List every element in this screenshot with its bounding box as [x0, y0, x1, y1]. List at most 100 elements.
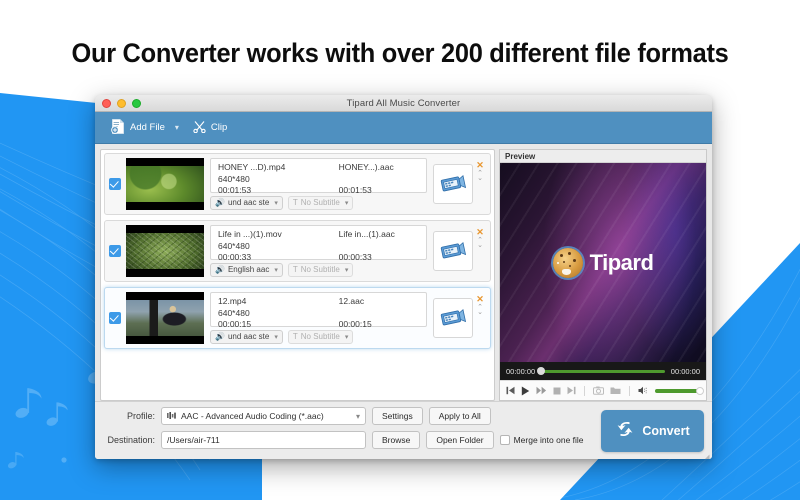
- destination-row: Destination: /Users/air-711 Browse Open …: [103, 431, 595, 450]
- speaker-icon: 🔊: [215, 198, 225, 207]
- convert-format-button[interactable]: [433, 231, 473, 271]
- volume-icon[interactable]: [638, 386, 649, 395]
- row-actions: ✕ ⌃⌄: [473, 292, 487, 344]
- file-list-inner: HONEY ...D).mp4 640*480 00:01:53 HONEY..…: [101, 150, 494, 349]
- tipard-logo: Tipard: [500, 248, 706, 278]
- window-body: HONEY ...D).mp4 640*480 00:01:53 HONEY..…: [95, 144, 712, 401]
- speaker-icon: 🔊: [215, 332, 225, 341]
- file-info: HONEY ...D).mp4 640*480 00:01:53 HONEY..…: [210, 158, 427, 210]
- apply-to-all-button[interactable]: Apply to All: [429, 407, 491, 425]
- reorder-icon[interactable]: ⌃⌄: [477, 171, 483, 181]
- convert-format-button[interactable]: [433, 298, 473, 338]
- next-button[interactable]: [567, 386, 576, 395]
- checkbox-box: [500, 435, 510, 445]
- film-convert-icon: [440, 241, 466, 261]
- clip-button[interactable]: Clip: [187, 117, 233, 139]
- file-source-info: Life in ...)(1).mov 640*480 00:00:33: [218, 229, 335, 257]
- scissors-icon: [193, 120, 206, 136]
- reorder-icon[interactable]: ⌃⌄: [477, 305, 483, 315]
- file-target-info: 12.aac 00:00:15: [335, 296, 419, 324]
- table-row[interactable]: HONEY ...D).mp4 640*480 00:01:53 HONEY..…: [104, 153, 491, 215]
- merge-into-one-file-checkbox[interactable]: Merge into one file: [500, 435, 584, 445]
- snapshot-button[interactable]: [593, 386, 604, 395]
- chevron-down-icon: ▾: [345, 199, 349, 207]
- profile-label: Profile:: [103, 411, 155, 421]
- convert-format-button[interactable]: [433, 164, 473, 204]
- add-file-dropdown-caret-icon[interactable]: ▾: [171, 123, 187, 132]
- audio-track-label: English aac: [228, 265, 269, 274]
- add-file-icon: [111, 119, 125, 137]
- target-filename: HONEY...).aac: [339, 162, 419, 174]
- seek-bar-row: 00:00:00 00:00:00: [500, 362, 706, 380]
- subtitle-select[interactable]: T No Subtitle ▾: [288, 330, 354, 344]
- tipard-logo-text: Tipard: [590, 250, 654, 276]
- chevron-down-icon: ▾: [345, 333, 349, 341]
- previous-button[interactable]: [506, 386, 515, 395]
- subtitle-label: No Subtitle: [301, 198, 340, 207]
- profile-select[interactable]: AAC - Advanced Audio Coding (*.aac) ▾: [161, 407, 366, 425]
- subtitle-icon: T: [293, 332, 298, 341]
- subtitle-label: No Subtitle: [301, 265, 340, 274]
- file-track-row: 🔊 und aac ste ▾ T No Subtitle ▾: [210, 195, 427, 210]
- file-list-pane: HONEY ...D).mp4 640*480 00:01:53 HONEY..…: [95, 144, 499, 401]
- volume-knob[interactable]: [696, 387, 704, 395]
- subtitle-select[interactable]: T No Subtitle ▾: [288, 263, 354, 277]
- file-checkbox[interactable]: [109, 312, 121, 324]
- seek-knob[interactable]: [537, 367, 545, 375]
- remove-file-icon[interactable]: ✕: [476, 295, 484, 303]
- audio-track-select[interactable]: 🔊 und aac ste ▾: [210, 330, 283, 344]
- bottom-bar: Profile: AAC - Advanced Audio Coding (*.…: [95, 401, 712, 459]
- convert-label: Convert: [642, 424, 689, 438]
- file-list[interactable]: HONEY ...D).mp4 640*480 00:01:53 HONEY..…: [100, 149, 495, 401]
- file-track-row: 🔊 English aac ▾ T No Subtitle ▾: [210, 262, 427, 277]
- remove-file-icon[interactable]: ✕: [476, 161, 484, 169]
- file-checkbox[interactable]: [109, 245, 121, 257]
- file-info: Life in ...)(1).mov 640*480 00:00:33 Lif…: [210, 225, 427, 277]
- source-resolution: 640*480: [218, 241, 335, 253]
- chevron-down-icon: ▾: [356, 412, 360, 421]
- subtitle-select[interactable]: T No Subtitle ▾: [288, 196, 354, 210]
- volume-slider[interactable]: [655, 389, 700, 393]
- file-thumbnail: [126, 292, 204, 344]
- resize-handle[interactable]: [702, 449, 710, 457]
- destination-input[interactable]: /Users/air-711: [161, 431, 366, 449]
- chevron-down-icon: ▾: [274, 266, 278, 274]
- divider: [629, 386, 630, 396]
- audio-track-select[interactable]: 🔊 English aac ▾: [210, 263, 283, 277]
- window-titlebar: Tipard All Music Converter: [95, 95, 712, 112]
- remove-file-icon[interactable]: ✕: [476, 228, 484, 236]
- file-checkbox[interactable]: [109, 178, 121, 190]
- row-actions: ✕ ⌃⌄: [473, 158, 487, 210]
- audio-track-select[interactable]: 🔊 und aac ste ▾: [210, 196, 283, 210]
- fast-forward-button[interactable]: [536, 386, 547, 395]
- file-source-info: 12.mp4 640*480 00:00:15: [218, 296, 335, 324]
- app-window: Tipard All Music Converter Add File ▾: [95, 95, 712, 459]
- film-convert-icon: [440, 308, 466, 328]
- open-folder-button[interactable]: [610, 386, 621, 395]
- subtitle-icon: T: [293, 198, 298, 207]
- open-folder-button[interactable]: Open Folder: [426, 431, 493, 449]
- source-filename: Life in ...)(1).mov: [218, 229, 335, 241]
- row-actions: ✕ ⌃⌄: [473, 225, 487, 277]
- table-row[interactable]: 12.mp4 640*480 00:00:15 12.aac 00:00:15: [104, 287, 491, 349]
- leopard-logo-icon: [553, 248, 583, 278]
- settings-button[interactable]: Settings: [372, 407, 423, 425]
- chevron-down-icon: ▾: [274, 199, 278, 207]
- convert-button[interactable]: Convert: [601, 410, 704, 452]
- chevron-down-icon: ▾: [345, 266, 349, 274]
- table-row[interactable]: Life in ...)(1).mov 640*480 00:00:33 Lif…: [104, 220, 491, 282]
- file-info-top: HONEY ...D).mp4 640*480 00:01:53 HONEY..…: [210, 158, 427, 193]
- seek-slider[interactable]: [541, 370, 665, 373]
- stop-button[interactable]: [553, 387, 561, 395]
- file-target-info: HONEY...).aac 00:01:53: [335, 162, 419, 190]
- bottom-form: Profile: AAC - Advanced Audio Coding (*.…: [103, 407, 595, 455]
- reorder-icon[interactable]: ⌃⌄: [477, 238, 483, 248]
- add-file-button[interactable]: Add File: [105, 116, 171, 140]
- page-title: Our Converter works with over 200 differ…: [24, 38, 776, 69]
- subtitle-label: No Subtitle: [301, 332, 340, 341]
- profile-format-icon: [167, 412, 177, 420]
- play-button[interactable]: [521, 386, 530, 396]
- video-surface[interactable]: Tipard: [500, 163, 706, 362]
- browse-button[interactable]: Browse: [372, 431, 420, 449]
- subtitle-icon: T: [293, 265, 298, 274]
